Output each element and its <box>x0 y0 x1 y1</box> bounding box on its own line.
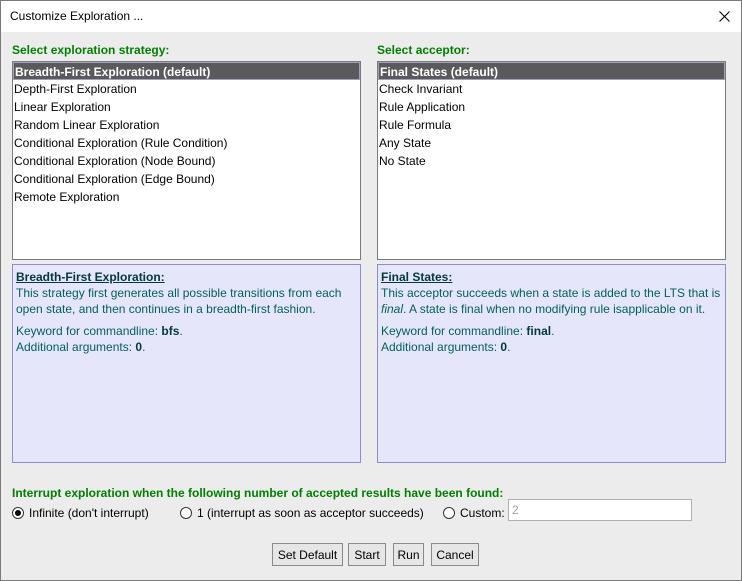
start-button[interactable]: Start <box>348 543 386 566</box>
window-title: Customize Exploration ... <box>10 9 144 23</box>
strategy-keyword-label: Keyword for commandline: <box>16 324 162 338</box>
strategy-item[interactable]: Conditional Exploration (Rule Condition) <box>13 134 360 152</box>
acceptor-keyword-line: Keyword for commandline: final. <box>381 323 722 339</box>
radio-one-label[interactable]: 1 (interrupt as soon as acceptor succeed… <box>197 506 424 520</box>
strategy-info-title: Breadth-First Exploration: <box>16 270 165 284</box>
acceptor-args-line: Additional arguments: 0. <box>381 339 722 355</box>
set-default-button[interactable]: Set Default <box>272 543 343 566</box>
acceptor-list[interactable]: Final States (default) Check Invariant R… <box>377 61 726 260</box>
strategy-keyword-line: Keyword for commandline: bfs. <box>16 323 357 339</box>
radio-infinite-label[interactable]: Infinite (don't interrupt) <box>29 506 149 520</box>
acceptor-item[interactable]: Check Invariant <box>378 80 725 98</box>
close-button[interactable] <box>707 1 741 31</box>
acceptor-item[interactable]: Any State <box>378 134 725 152</box>
acceptor-item[interactable]: No State <box>378 152 725 170</box>
radio-custom-button[interactable] <box>443 507 455 519</box>
acceptor-args-label: Additional arguments: <box>381 340 501 354</box>
strategy-info-description: This strategy first generates all possib… <box>16 286 342 316</box>
acceptor-keyword: final <box>526 324 552 338</box>
cancel-button[interactable]: Cancel <box>431 543 479 566</box>
period: . <box>179 324 183 338</box>
strategy-item[interactable]: Depth-First Exploration <box>13 80 360 98</box>
strategy-item[interactable]: Conditional Exploration (Edge Bound) <box>13 170 360 188</box>
acceptor-item[interactable]: Rule Application <box>378 98 725 116</box>
acceptor-label: Select acceptor: <box>377 43 470 57</box>
interrupt-label: Interrupt exploration when the following… <box>12 486 504 500</box>
acceptor-desc-post: . A state is final when no modifying rul… <box>403 302 706 316</box>
custom-count-input[interactable] <box>508 499 692 521</box>
radio-infinite-button[interactable] <box>12 507 24 519</box>
run-button[interactable]: Run <box>393 543 424 566</box>
title-bar: Customize Exploration ... <box>1 1 741 32</box>
strategy-item[interactable]: Breadth-First Exploration (default) <box>13 62 360 80</box>
acceptor-desc-em: final <box>381 302 404 316</box>
strategy-keyword: bfs <box>161 324 180 338</box>
strategy-item[interactable]: Conditional Exploration (Node Bound) <box>13 152 360 170</box>
period: . <box>142 340 146 354</box>
acceptor-info-description: This acceptor succeeds when a state is a… <box>381 285 722 317</box>
radio-one[interactable]: 1 (interrupt as soon as acceptor succeed… <box>180 504 424 522</box>
strategy-item[interactable]: Linear Exploration <box>13 98 360 116</box>
radio-custom[interactable]: Custom: <box>443 504 505 522</box>
period: . <box>551 324 555 338</box>
strategy-args-line: Additional arguments: 0. <box>16 339 357 355</box>
acceptor-item[interactable]: Rule Formula <box>378 116 725 134</box>
acceptor-item[interactable]: Final States (default) <box>378 62 725 80</box>
strategy-item[interactable]: Random Linear Exploration <box>13 116 360 134</box>
strategy-item[interactable]: Remote Exploration <box>13 188 360 206</box>
acceptor-desc-pre: This acceptor succeeds when a state is a… <box>381 286 721 300</box>
customize-exploration-dialog: Customize Exploration ... Select explora… <box>0 0 742 581</box>
strategy-label: Select exploration strategy: <box>12 43 170 57</box>
period: . <box>507 340 511 354</box>
dialog-content: Select exploration strategy: Breadth-Fir… <box>1 32 741 580</box>
strategy-list[interactable]: Breadth-First Exploration (default) Dept… <box>12 61 361 260</box>
acceptor-info-panel: Final States: This acceptor succeeds whe… <box>377 264 726 463</box>
close-icon <box>718 10 730 22</box>
acceptor-keyword-label: Keyword for commandline: <box>381 324 527 338</box>
radio-infinite[interactable]: Infinite (don't interrupt) <box>12 504 149 522</box>
strategy-args-label: Additional arguments: <box>16 340 136 354</box>
radio-custom-label[interactable]: Custom: <box>460 506 505 520</box>
acceptor-info-title: Final States: <box>381 270 453 284</box>
radio-one-button[interactable] <box>180 507 192 519</box>
strategy-info-panel: Breadth-First Exploration: This strategy… <box>12 264 361 463</box>
